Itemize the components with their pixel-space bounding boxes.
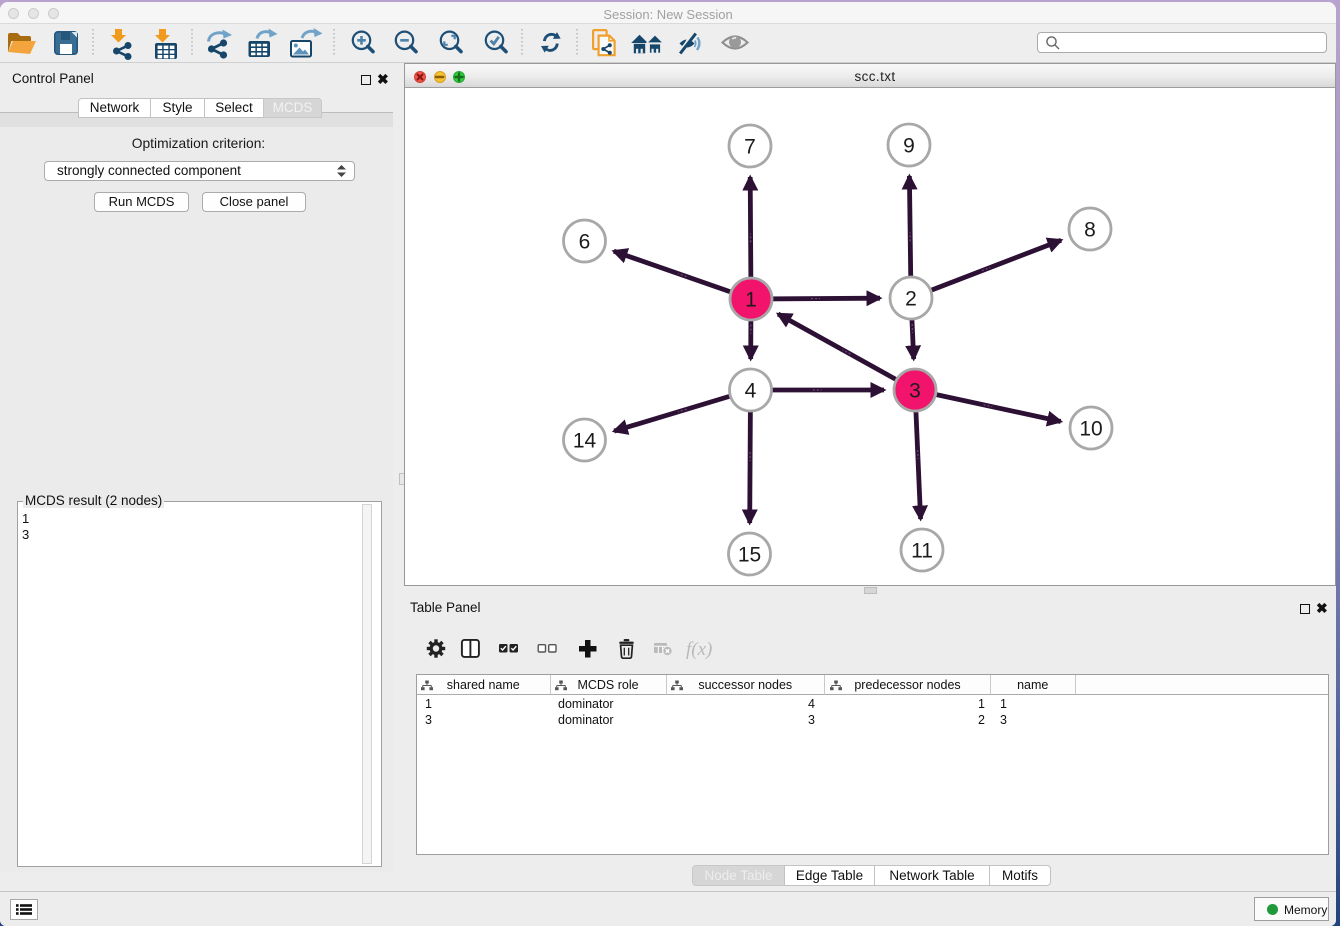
svg-text:6: 6 <box>579 231 591 254</box>
svg-text:f(x): f(x) <box>686 639 712 660</box>
svg-text:3: 3 <box>909 380 921 403</box>
svg-text:2: 2 <box>905 288 917 311</box>
svg-text:15: 15 <box>738 544 761 567</box>
svg-text:14: 14 <box>573 430 597 453</box>
svg-text:11: 11 <box>911 540 933 563</box>
svg-text:1: 1 <box>745 289 757 312</box>
svg-text:8: 8 <box>1084 219 1096 242</box>
svg-text:9: 9 <box>903 135 915 158</box>
svg-text:10: 10 <box>1079 418 1102 441</box>
svg-text:7: 7 <box>744 136 756 159</box>
svg-text:4: 4 <box>745 380 757 403</box>
